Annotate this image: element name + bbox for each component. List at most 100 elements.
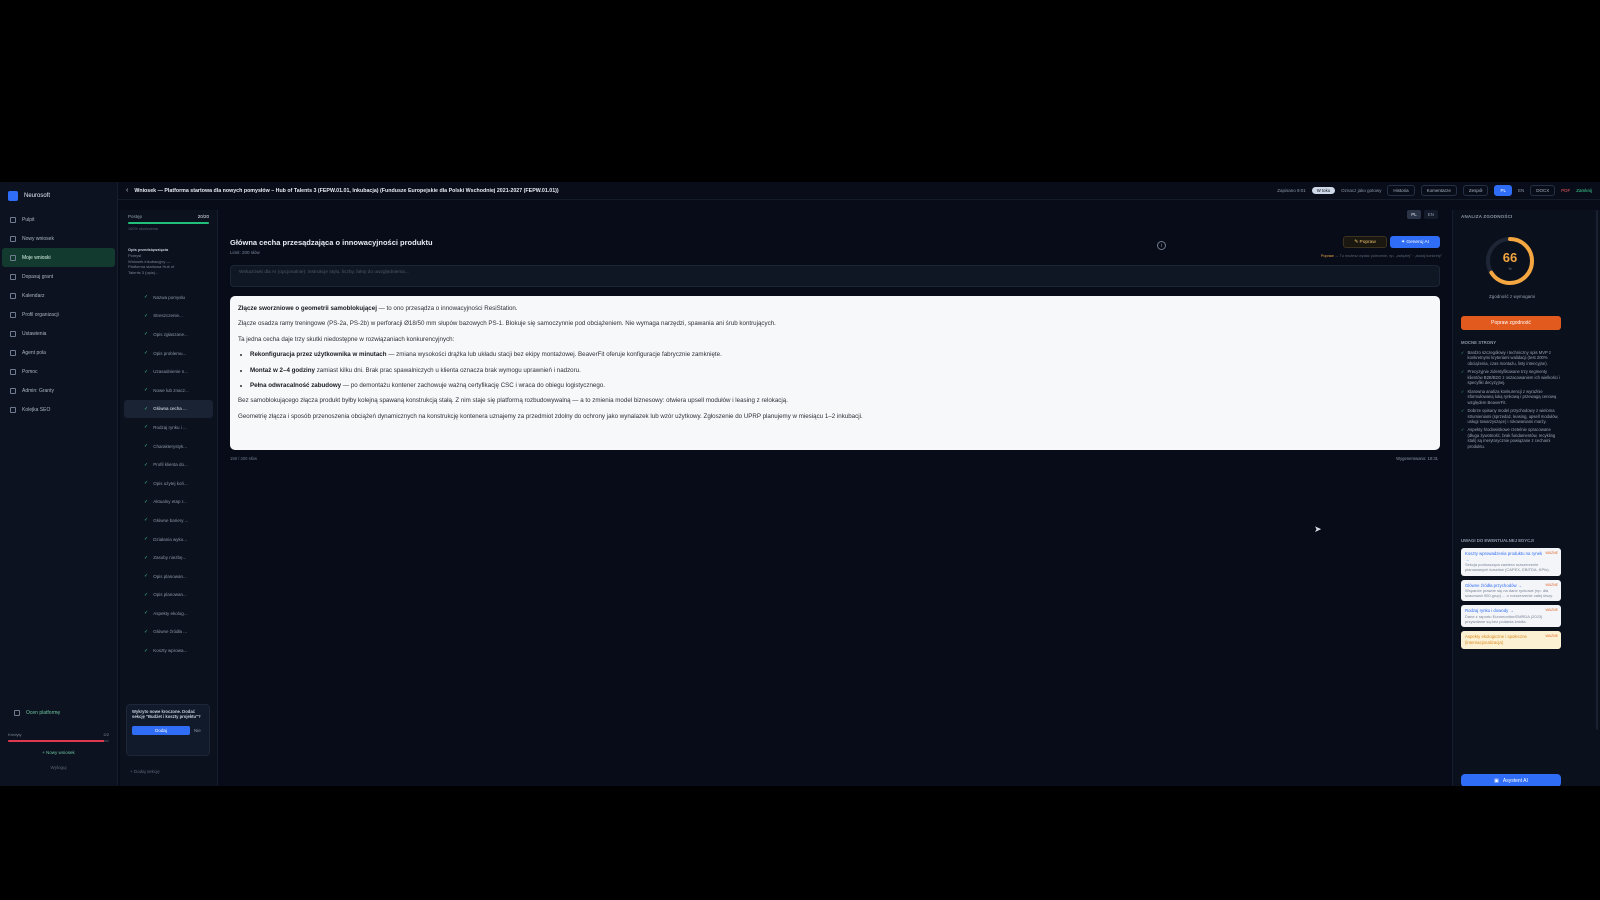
ai-assistant-button[interactable]: ▣ Asystent AI — [1461, 774, 1561, 786]
sidebar-item-3[interactable]: Dopasuj grant — [2, 267, 115, 286]
check-icon: ✓ — [144, 424, 149, 431]
note-card[interactable]: WAŻNE Główne źródła przychodów → Wsparcie … — [1461, 579, 1561, 602]
project-description[interactable]: Opis przedsięwzięcia Pomysł Wniosek inkub… — [128, 247, 209, 276]
section-item-label: Nazwa pomysłu — [153, 294, 185, 300]
history-button[interactable]: Historia — [1387, 185, 1415, 196]
note-card[interactable]: WAŻNE Rodzaj rynku i dowody → Dane z rapor… — [1461, 605, 1561, 628]
check-icon: ✓ — [144, 443, 149, 450]
improve-button[interactable]: ✎ Popraw — [1343, 236, 1387, 248]
export-pdf-button[interactable]: PDF — [1561, 188, 1570, 193]
sidebar-item-label: Kolejka SEO — [22, 406, 51, 413]
suggestion-dismiss-button[interactable]: Nie — [194, 728, 201, 733]
lang-pl-button[interactable]: PL — [1494, 185, 1512, 196]
section-item[interactable]: ✓ Działania wyko... — [124, 530, 213, 549]
section-item[interactable]: ✓ Nowe lub znacz... — [124, 381, 213, 400]
compliance-score: 66 — [1502, 250, 1518, 265]
check-icon: ✓ — [144, 573, 149, 580]
editor-bullets: Rekonfiguracja przez użytkownika w minut… — [250, 351, 1432, 391]
section-item[interactable]: ✓ Opis użytej koń... — [124, 474, 213, 493]
section-item[interactable]: ✓ Główne bariery ... — [124, 511, 213, 530]
section-item-label: Rodzaj rynku i ... — [153, 424, 187, 430]
mark-ready-button[interactable]: Oznacz jako gotowy — [1341, 188, 1381, 193]
sidebar-item-label: Kalendarz — [22, 292, 45, 299]
check-icon: ✓ — [1461, 350, 1465, 355]
section-item[interactable]: ✓ Opis zgłaszane... — [124, 325, 213, 344]
improve-compliance-button[interactable]: Popraw zgodność — [1461, 316, 1561, 330]
section-item[interactable]: ✓ Streszczenie... — [124, 307, 213, 326]
panel-scrollbar[interactable] — [1596, 210, 1598, 730]
strength-item: ✓ Klarowna analiza konkurencji z wyraźnie… — [1461, 389, 1563, 405]
check-icon: ✓ — [144, 387, 149, 394]
agent-icon — [10, 349, 16, 356]
sidebar-item-1[interactable]: Nowy wniosek — [2, 229, 115, 248]
sidebar-item-2[interactable]: Moje wnioski — [2, 248, 115, 267]
section-item[interactable]: ✓ Charakterystyk... — [124, 437, 213, 456]
logout-link[interactable]: Wyloguj — [6, 765, 111, 770]
info-icon[interactable]: i — [1157, 241, 1166, 250]
section-item[interactable]: ✓ Zasoby niezbę... — [124, 548, 213, 567]
note-card[interactable]: WAŻNE Aspekty ekologiczne i społeczne (in… — [1461, 631, 1561, 649]
bullet-bold: Pełna odwracalność zabudowy — [250, 381, 342, 389]
rate-platform-link[interactable]: Ocen platformę — [6, 703, 111, 722]
progress-bar-fill — [128, 222, 209, 224]
close-button[interactable]: Zamknij — [1576, 188, 1592, 193]
sidebar-item-7[interactable]: Agent pola — [2, 343, 115, 362]
note-tag: WAŻNE — [1545, 551, 1558, 555]
note-card[interactable]: WAŻNE Koszty wprowadzenia produktu na ryn… — [1461, 548, 1561, 576]
section-item[interactable]: ✓ Rodzaj rynku i ... — [124, 418, 213, 437]
sidebar-item-5[interactable]: Profil organizacji — [2, 305, 115, 324]
suggestion-text: Wykryto nowe kroczone. Dodać sekcję "Bud… — [132, 709, 201, 720]
check-icon: ✓ — [144, 591, 149, 598]
sidebar-item-label: Pulpit — [22, 216, 35, 223]
ai-instruction-input[interactable]: Wskazówki dla AI (opcjonalnie): instrukc… — [230, 265, 1440, 287]
bullet-text: — po demontażu kontener zachowuje ważną … — [341, 381, 605, 389]
section-item[interactable]: ✓ Koszty wprowa... — [124, 641, 213, 660]
check-icon: ✓ — [144, 350, 149, 357]
sidebar-item-0[interactable]: Pulpit — [2, 210, 115, 229]
section-item[interactable]: ✓ Opis planowan... — [124, 567, 213, 586]
sidebar-item-6[interactable]: Ustawienia — [2, 324, 115, 343]
section-text-editor[interactable]: Złącze sworzniowe o geometrii samoblokuj… — [230, 296, 1440, 450]
section-item[interactable]: ✓ Profil klienta do... — [124, 455, 213, 474]
search-icon — [10, 273, 16, 280]
content-lang-en[interactable]: EN — [1423, 210, 1438, 219]
strength-text: Precyzyjnie zidentyfikowane trzy segment… — [1467, 369, 1560, 386]
back-icon[interactable]: ‹ — [126, 187, 128, 194]
comments-button[interactable]: Komentarze — [1420, 185, 1457, 196]
content-lang-pl[interactable]: PL — [1407, 210, 1421, 219]
strength-item: ✓ Dobrze opisany model przychodowy z wiel… — [1461, 408, 1563, 424]
note-desc: Wsparcie prawne się na dane rynkowe (np.… — [1465, 588, 1553, 599]
add-section-button[interactable]: + Dodaj sekcję — [130, 769, 160, 774]
status-pill[interactable]: W toku — [1311, 187, 1336, 194]
new-application-link[interactable]: + Nowy wniosek — [6, 750, 111, 755]
mouse-cursor-icon: ➤ — [1314, 524, 1322, 534]
team-button[interactable]: Zespół — [1462, 185, 1489, 196]
section-item[interactable]: ✓ Opis planowan... — [124, 585, 213, 604]
section-item[interactable]: ✓ Opis problemu... — [124, 344, 213, 363]
strength-text: Aspekty środowiskowe rzetelnie opracowan… — [1467, 427, 1556, 449]
app-window: Neurosoft Pulpit Nowy wniosek Moje wnioski… — [0, 182, 1600, 786]
section-item[interactable]: ✓ Aspekty ekolog... — [124, 604, 213, 623]
description-line: Talents 3 (opis)... — [128, 270, 159, 276]
section-item-label: Opis planowan... — [153, 573, 187, 579]
suggestion-add-button[interactable]: Dodaj — [132, 725, 190, 735]
section-item-label: Nowe lub znacz... — [153, 387, 189, 393]
section-item[interactable]: ✓ Aktualny etap r... — [124, 493, 213, 512]
grant-icon — [10, 387, 16, 394]
calendar-icon — [10, 292, 16, 299]
sidebar-item-9[interactable]: Admin: Granty — [2, 381, 115, 400]
strength-text: Bardzo szczegółowy i techniczny opis MVP… — [1467, 350, 1551, 366]
section-item-label: Aspekty ekolog... — [153, 610, 188, 616]
section-item[interactable]: ✓ Główne źródła ... — [124, 623, 213, 642]
section-item[interactable]: ✓ Uzasadnienie n... — [124, 362, 213, 381]
generate-ai-button[interactable]: ✦ Generuj AI — [1390, 236, 1440, 248]
lang-en-button[interactable]: EN — [1518, 188, 1524, 193]
sidebar-item-8[interactable]: Pomoc — [2, 362, 115, 381]
sidebar-item-4[interactable]: Kalendarz — [2, 286, 115, 305]
bullet-text: — zmiana wysokości drążka lub układu sta… — [386, 351, 722, 359]
brand[interactable]: Neurosoft — [0, 182, 117, 210]
section-item[interactable]: ✓ Nazwa pomysłu — [124, 288, 213, 307]
sidebar-item-10[interactable]: Kolejka SEO — [2, 400, 115, 419]
section-item[interactable]: ✓ Główna cecha ... — [124, 399, 213, 419]
export-docx-button[interactable]: DOCX — [1530, 185, 1556, 196]
